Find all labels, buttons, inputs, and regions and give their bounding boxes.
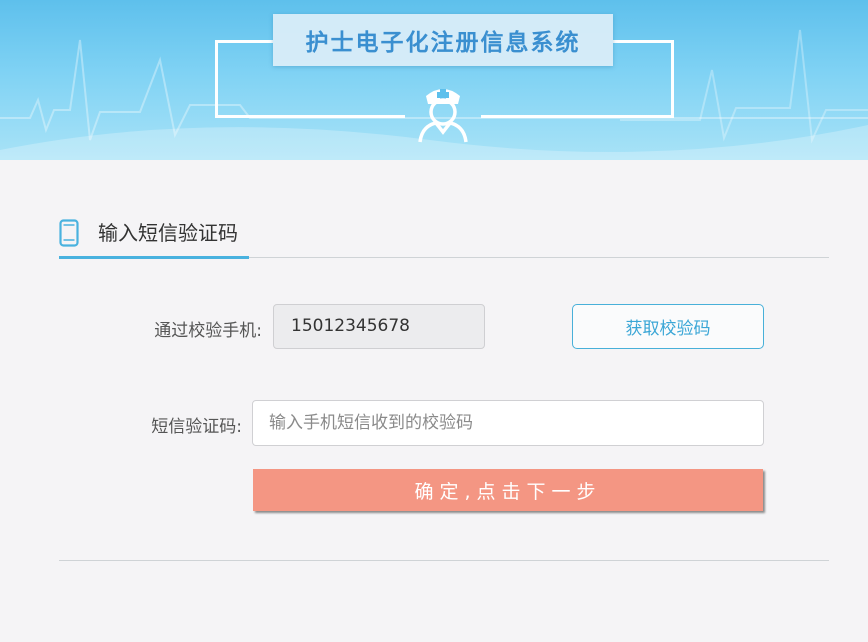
submit-next-button[interactable]: 确定,点击下一步 (253, 469, 763, 511)
frame-left (215, 40, 218, 118)
bottom-divider (59, 560, 829, 561)
frame-top-right (613, 40, 673, 43)
frame-right (671, 40, 674, 118)
sms-code-input[interactable] (252, 400, 764, 446)
frame-bottom-right (481, 115, 674, 118)
section-title: 输入短信验证码 (98, 221, 238, 245)
mobile-phone-icon (59, 219, 79, 247)
phone-label: 通过校验手机: (154, 321, 262, 341)
section-header: 输入短信验证码 (59, 213, 829, 259)
sms-code-label: 短信验证码: (151, 417, 242, 437)
system-title: 护士电子化注册信息系统 (273, 14, 613, 66)
nurse-icon (418, 89, 468, 143)
header-banner: 护士电子化注册信息系统 (0, 0, 868, 160)
frame-bottom-left (215, 115, 405, 118)
section-underline (59, 256, 249, 259)
get-code-button[interactable]: 获取校验码 (572, 304, 764, 349)
frame-top-left (215, 40, 273, 43)
phone-number-field: 15012345678 (273, 304, 485, 349)
